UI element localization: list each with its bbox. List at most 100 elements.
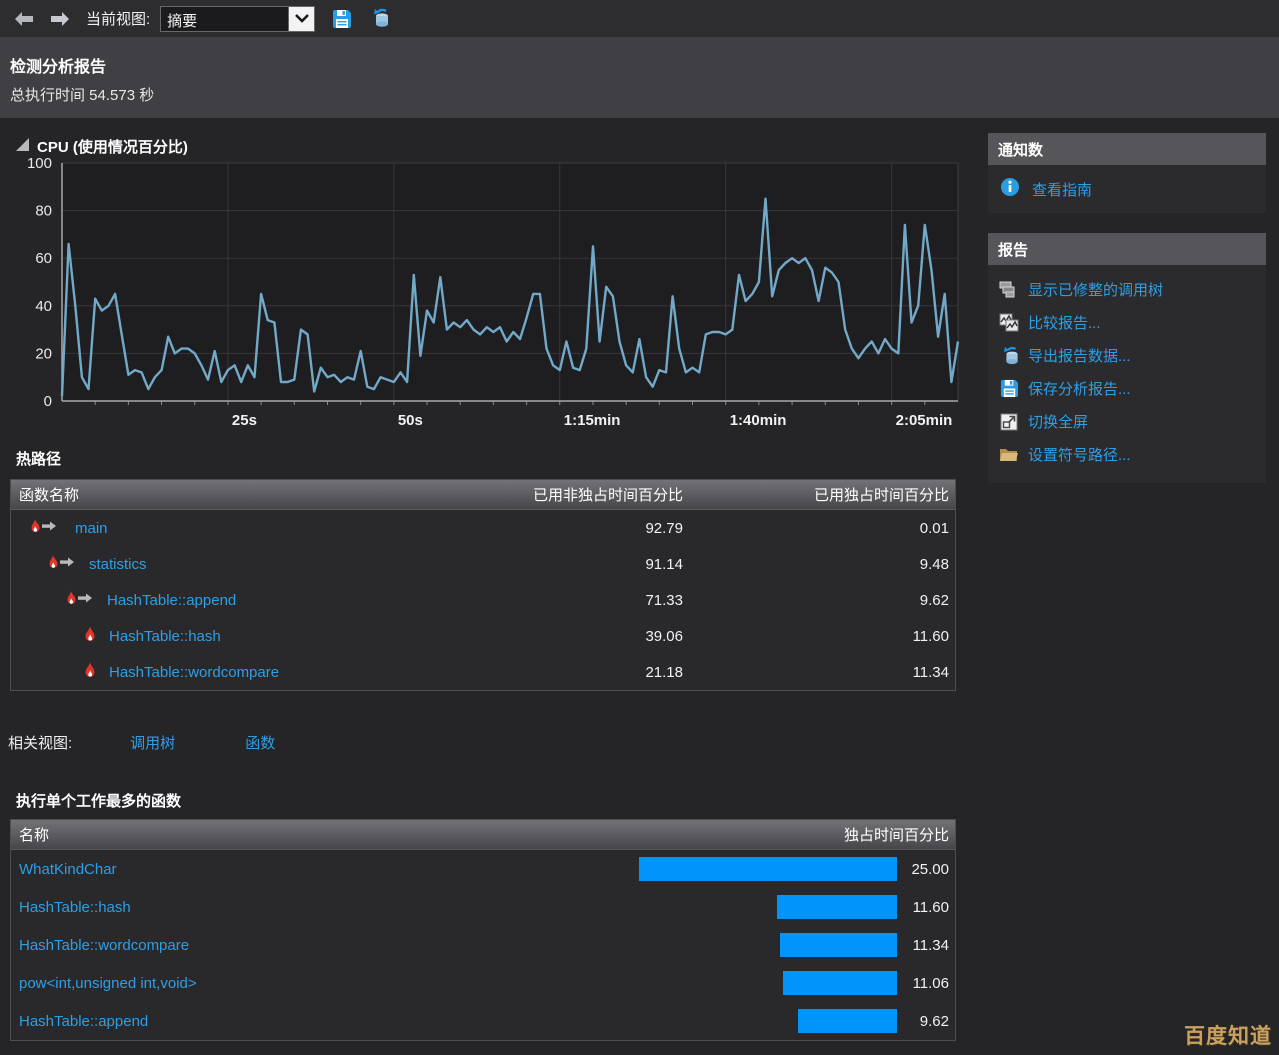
- symbol-path-icon: [998, 445, 1020, 465]
- report-panel-title: 报告: [988, 233, 1266, 265]
- top-functions-table: 名称 独占时间百分比 WhatKindChar 25.00 HashTable:…: [10, 819, 956, 1041]
- report-panel: 报告 显示已修整的调用树 比较报告...: [988, 233, 1266, 483]
- view-selector[interactable]: 摘要: [160, 6, 315, 32]
- inclusive-time-value: 91.14: [419, 556, 689, 573]
- inclusive-time-value: 21.18: [419, 664, 689, 681]
- x-axis-label: 2:05min: [896, 412, 953, 429]
- page-title: 检测分析报告: [10, 53, 1269, 77]
- related-views: 相关视图: 调用树 函数: [8, 732, 275, 753]
- exclusive-time-bar: [780, 933, 897, 957]
- inclusive-time-value: 71.33: [419, 592, 689, 609]
- back-arrow-icon[interactable]: [12, 9, 36, 29]
- column-header-exclusive-time[interactable]: 已用独占时间百分比: [689, 484, 955, 505]
- exclusive-time-bar: [777, 895, 897, 919]
- compare-reports-icon: [998, 313, 1020, 333]
- x-axis-label: 1:40min: [730, 412, 787, 429]
- column-header-exclusive-percent[interactable]: 独占时间百分比: [637, 824, 955, 845]
- exclusive-time-value: 9.62: [897, 1013, 955, 1030]
- info-icon: [1000, 177, 1020, 201]
- table-row[interactable]: HashTable::append 9.62: [11, 1002, 955, 1040]
- report-header: 检测分析报告 总执行时间 54.573 秒: [0, 37, 1279, 118]
- function-link[interactable]: pow<int,unsigned int,void>: [19, 975, 197, 992]
- function-link[interactable]: HashTable::hash: [19, 899, 131, 916]
- current-view-label: 当前视图:: [86, 8, 150, 29]
- menu-item-export-report-data[interactable]: 导出报告数据...: [988, 339, 1266, 372]
- table-row[interactable]: main 92.79 0.01: [11, 510, 955, 546]
- function-link[interactable]: HashTable::wordcompare: [109, 664, 279, 681]
- table-row[interactable]: HashTable::wordcompare 11.34: [11, 926, 955, 964]
- function-link[interactable]: main: [75, 520, 108, 537]
- flame-icon: [83, 626, 97, 646]
- column-header-function-name[interactable]: 函数名称: [11, 484, 419, 505]
- view-guidance-link[interactable]: 查看指南: [1032, 179, 1092, 200]
- call-tree-link[interactable]: 调用树: [130, 732, 175, 753]
- exclusive-time-bar: [783, 971, 897, 995]
- exclusive-time-value: 11.60: [897, 899, 955, 916]
- top-functions-table-header: 名称 独占时间百分比: [11, 820, 955, 850]
- function-link[interactable]: HashTable::wordcompare: [19, 937, 189, 954]
- cpu-usage-chart: 10080604020025s50s1:15min1:40min2:05min: [0, 156, 975, 441]
- exclusive-time-value: 11.60: [689, 628, 955, 645]
- top-functions-title: 执行单个工作最多的函数: [16, 790, 181, 811]
- collapse-triangle-icon[interactable]: [16, 138, 29, 155]
- x-axis-label: 1:15min: [564, 412, 621, 429]
- table-row[interactable]: statistics 91.14 9.48: [11, 546, 955, 582]
- hot-path-flame-arrow-icon: [47, 555, 75, 574]
- view-selector-value: 摘要: [161, 7, 288, 31]
- y-axis-label: 20: [35, 345, 52, 362]
- table-row[interactable]: pow<int,unsigned int,void> 11.06: [11, 964, 955, 1002]
- toolbar: 当前视图: 摘要: [0, 0, 1279, 37]
- function-link[interactable]: statistics: [89, 556, 147, 573]
- function-link[interactable]: HashTable::append: [19, 1013, 148, 1030]
- cpu-section-header: CPU (使用情况百分比): [16, 136, 188, 157]
- y-axis-label: 0: [44, 393, 52, 410]
- column-header-inclusive-time[interactable]: 已用非独占时间百分比: [419, 484, 689, 505]
- export-report-data-icon[interactable]: [369, 8, 391, 30]
- related-views-label: 相关视图:: [8, 732, 72, 753]
- exclusive-time-value: 11.06: [897, 975, 955, 992]
- notifications-panel-title: 通知数: [988, 133, 1266, 165]
- export-data-icon: [998, 346, 1020, 366]
- exclusive-time-value: 11.34: [897, 937, 955, 954]
- table-row[interactable]: WhatKindChar 25.00: [11, 850, 955, 888]
- function-link[interactable]: HashTable::hash: [109, 628, 221, 645]
- y-axis-label: 80: [35, 203, 52, 220]
- chevron-down-icon[interactable]: [288, 7, 314, 31]
- table-row[interactable]: HashTable::hash 11.60: [11, 888, 955, 926]
- x-axis-label: 25s: [232, 412, 257, 429]
- table-row[interactable]: HashTable::wordcompare 21.18 11.34: [11, 654, 955, 690]
- trimmed-call-tree-icon: [998, 280, 1020, 300]
- hot-path-title: 热路径: [16, 448, 61, 469]
- notifications-panel: 通知数 查看指南: [988, 133, 1266, 213]
- y-axis-label: 100: [27, 156, 52, 172]
- hot-path-flame-arrow-icon: [29, 519, 57, 538]
- watermark: 百度知道: [1184, 1020, 1272, 1050]
- menu-item-toggle-fullscreen[interactable]: 切换全屏: [988, 405, 1266, 438]
- exclusive-time-value: 11.34: [689, 664, 955, 681]
- cpu-chart-title: CPU (使用情况百分比): [37, 136, 188, 157]
- function-link[interactable]: HashTable::append: [107, 592, 236, 609]
- flame-icon: [83, 662, 97, 682]
- table-row[interactable]: HashTable::append 71.33 9.62: [11, 582, 955, 618]
- function-link[interactable]: WhatKindChar: [19, 861, 117, 878]
- toggle-fullscreen-icon: [998, 412, 1020, 432]
- menu-item-save-analyzed-report[interactable]: 保存分析报告...: [988, 372, 1266, 405]
- hot-path-table-header: 函数名称 已用非独占时间百分比 已用独占时间百分比: [11, 480, 955, 510]
- menu-item-compare-reports[interactable]: 比较报告...: [988, 306, 1266, 339]
- inclusive-time-value: 92.79: [419, 520, 689, 537]
- forward-arrow-icon[interactable]: [48, 9, 72, 29]
- save-report-icon: [998, 379, 1020, 399]
- functions-link[interactable]: 函数: [245, 732, 275, 753]
- save-icon[interactable]: [331, 8, 353, 30]
- exclusive-time-bar: [798, 1009, 897, 1033]
- exclusive-time-value: 9.62: [689, 592, 955, 609]
- hot-path-flame-arrow-icon: [65, 591, 93, 610]
- table-row[interactable]: HashTable::hash 39.06 11.60: [11, 618, 955, 654]
- inclusive-time-value: 39.06: [419, 628, 689, 645]
- x-axis-label: 50s: [398, 412, 423, 429]
- exclusive-time-value: 0.01: [689, 520, 955, 537]
- menu-item-show-trimmed-call-tree[interactable]: 显示已修整的调用树: [988, 273, 1266, 306]
- exclusive-time-value: 25.00: [897, 861, 955, 878]
- column-header-name[interactable]: 名称: [11, 824, 637, 845]
- menu-item-set-symbol-path[interactable]: 设置符号路径...: [988, 438, 1266, 471]
